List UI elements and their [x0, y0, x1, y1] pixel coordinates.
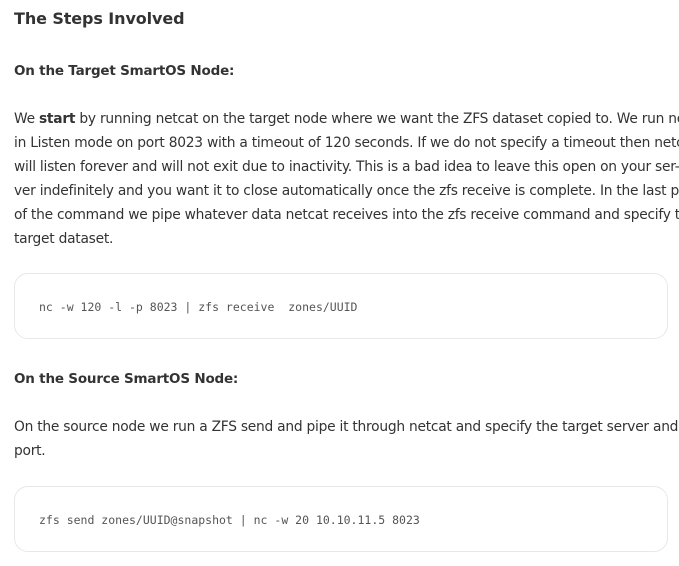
- source-node-heading: On the Source SmartOS Node:: [14, 371, 239, 387]
- paragraph-line: target dataset.: [14, 231, 114, 247]
- source-command[interactable]: zfs send zones/UUID@snapshot | nc -w 20 …: [39, 511, 420, 529]
- paragraph-line: We start by running netcat on the target…: [14, 107, 679, 131]
- paragraph-line: On the source node we run a ZFS send and…: [14, 419, 679, 435]
- paragraph-line: of the command we pipe whatever data net…: [14, 207, 679, 223]
- paragraph-line: ver indefinitely and you want it to clos…: [14, 183, 679, 199]
- source-node-paragraph: On the source node we run a ZFS send and…: [14, 415, 679, 463]
- target-node-heading: On the Target SmartOS Node:: [14, 63, 235, 79]
- text-segment: We: [14, 111, 39, 127]
- text-segment: by running netcat on the target node whe…: [75, 111, 679, 127]
- target-code-block[interactable]: nc -w 120 -l -p 8023 | zfs receive zones…: [14, 273, 668, 339]
- emphasis-start: start: [38, 111, 76, 127]
- paragraph-line: port.: [14, 443, 46, 459]
- paragraph-line: in Listen mode on port 8023 with a timeo…: [14, 135, 679, 151]
- target-command[interactable]: nc -w 120 -l -p 8023 | zfs receive zones…: [39, 298, 358, 316]
- target-node-paragraph: We start by running netcat on the target…: [14, 107, 679, 251]
- paragraph-line: will listen forever and will not exit du…: [14, 159, 679, 175]
- section-title: The Steps Involved: [14, 9, 185, 28]
- source-code-block[interactable]: zfs send zones/UUID@snapshot | nc -w 20 …: [14, 486, 668, 552]
